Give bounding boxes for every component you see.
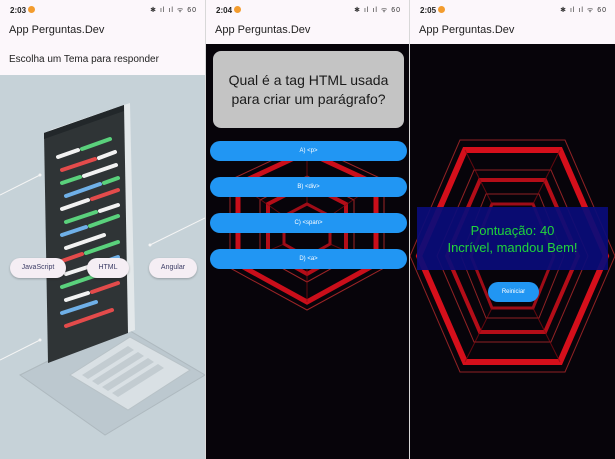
theme-prompt: Escolha um Tema para responder — [9, 54, 159, 65]
answer-button-a[interactable]: A) <p> — [210, 141, 407, 161]
praise-text: Incrível, mandou Bem! — [447, 240, 578, 255]
status-bar: 2:03 ✱ ıl ıl ᯤ 60 — [0, 0, 205, 20]
status-bar: 2:05 ✱ ıl ıl ᯤ 60 — [410, 0, 615, 20]
score-text: Pontuação: 40 — [470, 223, 555, 238]
notification-dot-icon — [234, 6, 241, 13]
restart-button[interactable]: Reiniciar — [488, 282, 539, 302]
status-time: 2:03 — [10, 6, 27, 15]
answer-button-c[interactable]: C) <span> — [210, 213, 407, 233]
notification-dot-icon — [28, 6, 35, 13]
screen-result: 2:05 ✱ ıl ıl ᯤ 60 App Perguntas.Dev Pont… — [410, 0, 615, 459]
screen-theme-selection: 2:03 ✱ ıl ıl ᯤ 60 App Perguntas.Dev Esco… — [0, 0, 205, 459]
theme-button-html[interactable]: HTML — [87, 258, 129, 278]
result-panel: Pontuação: 40 Incrível, mandou Bem! — [417, 207, 608, 270]
theme-button-angular[interactable]: Angular — [149, 258, 197, 278]
question-card: Qual é a tag HTML usada para criar um pa… — [213, 51, 404, 128]
status-icons: ✱ ıl ıl ᯤ 60 — [150, 7, 197, 14]
app-bar: App Perguntas.Dev — [206, 20, 409, 44]
notification-dot-icon — [438, 6, 445, 13]
app-title: App Perguntas.Dev — [419, 24, 515, 36]
status-time: 2:05 — [420, 6, 437, 15]
theme-button-javascript[interactable]: JavaScript — [10, 258, 66, 278]
app-bar: App Perguntas.Dev — [410, 20, 615, 44]
question-text: Qual é a tag HTML usada para criar um pa… — [228, 71, 389, 107]
app-bar: App Perguntas.Dev — [0, 20, 205, 44]
status-icons: ✱ ıl ıl ᯤ 60 — [560, 7, 607, 14]
screen-question: 2:04 ✱ ıl ıl ᯤ 60 App Perguntas.Dev Qual… — [206, 0, 409, 459]
answer-button-b[interactable]: B) <div> — [210, 177, 407, 197]
answer-button-d[interactable]: D) <a> — [210, 249, 407, 269]
app-title: App Perguntas.Dev — [215, 24, 311, 36]
status-time: 2:04 — [216, 6, 233, 15]
status-bar: 2:04 ✱ ıl ıl ᯤ 60 — [206, 0, 409, 20]
app-title: App Perguntas.Dev — [9, 24, 105, 36]
status-icons: ✱ ıl ıl ᯤ 60 — [354, 7, 401, 14]
